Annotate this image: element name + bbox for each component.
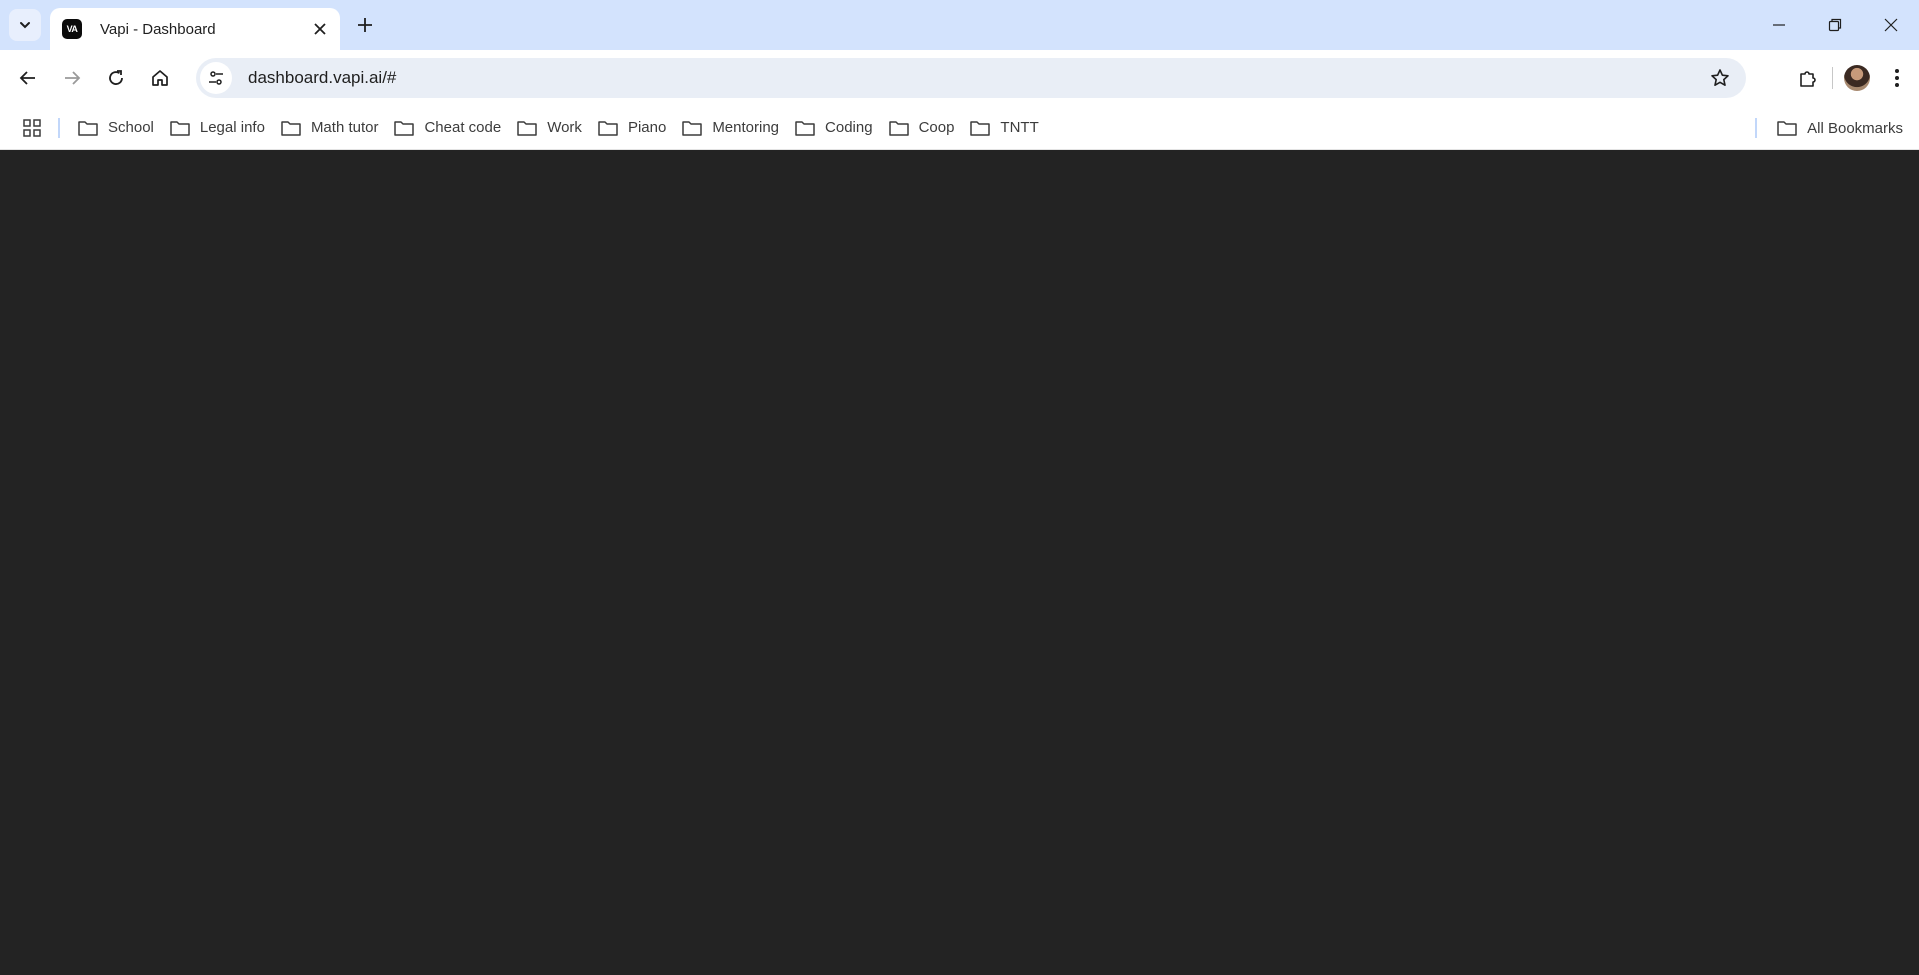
folder-icon: [970, 120, 991, 136]
close-icon: [1884, 18, 1898, 32]
folder-icon: [394, 120, 415, 136]
bookmark-label: Mentoring: [712, 119, 780, 136]
restore-button[interactable]: [1807, 0, 1863, 50]
bookmark-label: Legal info: [199, 119, 265, 136]
tune-icon: [209, 71, 223, 85]
tab-vapi-dashboard[interactable]: VA Vapi - Dashboard: [50, 8, 340, 50]
avatar: [1844, 65, 1870, 91]
new-tab-button[interactable]: [350, 10, 380, 40]
bookmark-label: Piano: [627, 119, 667, 136]
all-bookmarks-label: All Bookmarks: [1807, 119, 1903, 137]
star-icon: [1711, 69, 1729, 86]
bookmark-folder-coding[interactable]: Coding: [787, 112, 881, 144]
bookmark-star-button[interactable]: [1702, 60, 1738, 96]
puzzle-icon: [1800, 71, 1816, 87]
browser-toolbar: dashboard.vapi.ai/#: [0, 50, 1919, 106]
kebab-menu-icon: [1895, 69, 1899, 87]
bookmark-label: Work: [547, 119, 582, 136]
close-icon: [314, 23, 326, 35]
site-info-button[interactable]: [200, 62, 232, 94]
bookmark-folder-legal-info[interactable]: Legal info: [162, 112, 273, 144]
tab-search-button[interactable]: [9, 9, 41, 41]
toolbar-separator: [1832, 67, 1833, 89]
all-bookmarks-button[interactable]: All Bookmarks: [1769, 112, 1911, 144]
bookmark-folder-piano[interactable]: Piano: [590, 112, 674, 144]
bookmark-folder-work[interactable]: Work: [509, 112, 590, 144]
folder-icon: [517, 120, 537, 136]
bookmark-folder-school[interactable]: School: [70, 112, 162, 144]
folder-icon: [888, 120, 909, 136]
home-button[interactable]: [142, 60, 178, 96]
apps-button[interactable]: [14, 110, 50, 146]
extensions-button[interactable]: [1790, 60, 1826, 96]
chevron-down-icon: [20, 22, 30, 29]
url-text[interactable]: dashboard.vapi.ai/#: [248, 68, 1702, 88]
page-content: [0, 150, 1919, 975]
arrow-left-icon: [19, 71, 35, 85]
bookmark-label: Coding: [825, 119, 873, 136]
bookmark-folder-mentoring[interactable]: Mentoring: [674, 112, 787, 144]
folder-icon: [170, 120, 190, 136]
menu-button[interactable]: [1879, 60, 1915, 96]
bookmarks-bar: School Legal info Math tutor Cheat code …: [0, 106, 1919, 150]
arrow-right-icon: [65, 71, 81, 85]
folder-icon: [682, 120, 703, 136]
window-controls: [1751, 0, 1919, 50]
bookmarks-separator: [1755, 118, 1758, 138]
close-window-button[interactable]: [1863, 0, 1919, 50]
forward-button[interactable]: [54, 60, 90, 96]
vapi-favicon-icon: VA: [62, 19, 82, 39]
bookmark-folder-coop[interactable]: Coop: [881, 112, 963, 144]
folder-icon: [281, 120, 301, 136]
tab-close-button[interactable]: [306, 15, 334, 43]
plus-icon: [358, 18, 372, 32]
tab-title: Vapi - Dashboard: [100, 20, 216, 38]
bookmark-folder-cheat-code[interactable]: Cheat code: [386, 112, 509, 144]
all-bookmarks-area: All Bookmarks: [1755, 112, 1911, 144]
minimize-icon: [1773, 24, 1785, 26]
address-bar[interactable]: dashboard.vapi.ai/#: [196, 58, 1746, 98]
folder-icon: [78, 120, 98, 136]
folder-icon: [1777, 121, 1797, 136]
toolbar-right: [1790, 60, 1919, 96]
folder-icon: [795, 120, 815, 136]
back-button[interactable]: [10, 60, 46, 96]
apps-grid-icon: [23, 118, 41, 137]
bookmark-label: Math tutor: [310, 119, 379, 136]
reload-button[interactable]: [98, 60, 134, 96]
bookmark-label: TNTT: [1000, 119, 1039, 136]
minimize-button[interactable]: [1751, 0, 1807, 50]
bookmark-label: Cheat code: [424, 119, 502, 136]
profile-button[interactable]: [1839, 60, 1875, 96]
home-icon: [152, 70, 168, 86]
bookmark-label: School: [108, 119, 154, 136]
reload-icon: [109, 70, 123, 85]
bookmark-label: Coop: [918, 119, 955, 136]
bookmark-folder-math-tutor[interactable]: Math tutor: [273, 112, 387, 144]
restore-icon: [1828, 18, 1842, 32]
folder-icon: [598, 120, 618, 136]
tab-strip: VA Vapi - Dashboard: [0, 0, 1919, 50]
bookmarks-separator: [58, 117, 60, 138]
browser-window: VA Vapi - Dashboard dashboard.vapi.ai/# …: [0, 0, 1919, 975]
bookmark-folder-tntt[interactable]: TNTT: [962, 112, 1046, 144]
